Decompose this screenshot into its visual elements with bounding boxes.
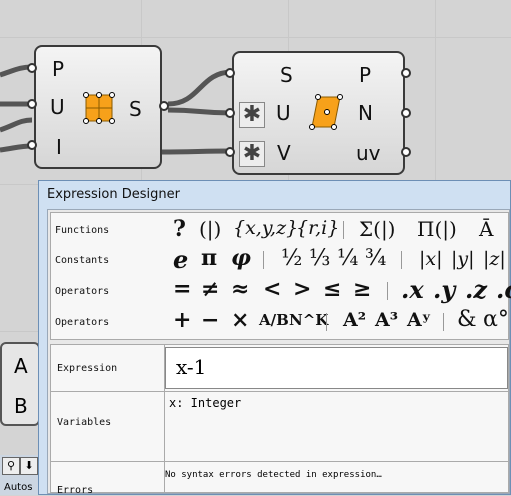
- complex-ri-symbol[interactable]: {r,i}: [296, 217, 339, 239]
- dot-x-operator[interactable]: .x: [401, 275, 424, 304]
- greater-equal-operator[interactable]: ≥: [353, 276, 371, 302]
- square-operator[interactable]: A²: [343, 309, 366, 331]
- output-grip[interactable]: [401, 147, 411, 157]
- evaluate-surface-component[interactable]: S ✱ U ✱ V P N uv: [232, 51, 405, 175]
- input-i-label: I: [56, 135, 62, 159]
- input-grip[interactable]: [225, 68, 235, 78]
- input-grip[interactable]: [27, 63, 37, 73]
- variables-value: x: Integer: [169, 396, 242, 410]
- surface-grid-icon: [83, 92, 115, 124]
- half-constant[interactable]: ½: [281, 246, 302, 271]
- bottom-toolbar: ⚲ ⬇ Autos: [0, 455, 40, 495]
- panel-line: A: [14, 354, 28, 378]
- input-grip[interactable]: [27, 140, 37, 150]
- paren-symbol[interactable]: (|): [199, 217, 221, 241]
- power-operator[interactable]: Aʸ: [407, 309, 431, 331]
- input-v-label: V: [277, 141, 291, 165]
- input-grip[interactable]: [27, 99, 37, 109]
- surface-point-icon: [309, 94, 343, 130]
- grid-row-divider: [51, 391, 508, 392]
- expression-value: x-1: [176, 355, 207, 379]
- dialog-title: Expression Designer: [47, 187, 180, 202]
- dialog-body: Functions Constants Operators Operators …: [47, 209, 511, 496]
- tool-icon[interactable]: ⚲: [2, 457, 20, 475]
- panel-line: B: [14, 394, 28, 418]
- row-label-constants: Constants: [55, 255, 110, 266]
- third-constant[interactable]: ⅓: [309, 246, 330, 271]
- cube-operator[interactable]: A³: [375, 309, 398, 331]
- separator: [387, 282, 388, 300]
- separator: [263, 251, 264, 269]
- sum-symbol[interactable]: Σ(|): [359, 217, 395, 241]
- expression-param-icon[interactable]: ✱: [239, 102, 265, 128]
- multiply-operator[interactable]: ×: [231, 307, 249, 333]
- input-grip[interactable]: [225, 108, 235, 118]
- grid-row-divider: [51, 461, 508, 462]
- row-label-operators: Operators: [55, 286, 110, 297]
- expression-input[interactable]: x-1: [165, 347, 508, 389]
- degrees-operator[interactable]: α°: [483, 307, 509, 332]
- abs-y-symbol[interactable]: |y|: [451, 248, 475, 270]
- expression-grid: Expression x-1 Variables x: Integer Erro…: [50, 344, 509, 496]
- less-than-operator[interactable]: <: [263, 276, 281, 302]
- greater-than-operator[interactable]: >: [293, 276, 311, 302]
- expression-param-icon[interactable]: ✱: [239, 141, 265, 167]
- dot-z-operator[interactable]: .z: [465, 275, 487, 304]
- input-p-label: P: [52, 57, 65, 81]
- expression-label: Expression: [57, 363, 118, 374]
- input-grip[interactable]: [225, 147, 235, 157]
- symbol-toolbox: Functions Constants Operators Operators …: [50, 212, 511, 340]
- separator: [343, 221, 344, 239]
- errors-value: No syntax errors detected in expression…: [165, 470, 382, 480]
- surface-component[interactable]: P U I S: [34, 45, 162, 169]
- panel-component[interactable]: A B: [0, 342, 40, 426]
- minus-operator[interactable]: −: [201, 307, 219, 333]
- output-grip[interactable]: [401, 68, 411, 78]
- binomial-operator[interactable]: N^K: [289, 311, 328, 329]
- output-uv-label: uv: [356, 141, 381, 165]
- errors-label: Errors: [57, 485, 94, 496]
- phi-constant[interactable]: φ: [231, 245, 251, 271]
- output-p-label: P: [359, 63, 372, 87]
- input-u-label: U: [276, 101, 291, 125]
- output-grip[interactable]: [401, 108, 411, 118]
- row-label-operators: Operators: [55, 317, 110, 328]
- separator: [401, 251, 402, 269]
- output-n-label: N: [358, 101, 373, 125]
- status-label: Autos: [4, 482, 33, 493]
- variables-label: Variables: [57, 417, 112, 428]
- product-symbol[interactable]: Π(|): [417, 217, 457, 241]
- plus-operator[interactable]: +: [173, 307, 191, 333]
- question-symbol[interactable]: ?: [173, 216, 186, 242]
- divide-operator[interactable]: A/B: [259, 311, 289, 329]
- e-constant[interactable]: e: [173, 245, 188, 274]
- less-equal-operator[interactable]: ≤: [323, 276, 341, 302]
- equals-operator[interactable]: =: [173, 276, 191, 302]
- concat-operator[interactable]: &: [457, 307, 477, 332]
- input-u-label: U: [50, 95, 65, 119]
- expression-designer-dialog: Expression Designer Functions Constants …: [38, 180, 511, 496]
- approx-operator[interactable]: ≈: [231, 276, 249, 302]
- download-icon[interactable]: ⬇: [20, 457, 38, 475]
- separator: [443, 313, 444, 331]
- output-grip[interactable]: [159, 101, 169, 111]
- output-s-label: S: [129, 97, 142, 121]
- mean-symbol[interactable]: Ā: [479, 217, 493, 241]
- vector-xyz-symbol[interactable]: {x,y,z}: [233, 217, 298, 239]
- quarter-constant[interactable]: ¼: [337, 246, 358, 271]
- dot-y-operator[interactable]: .y: [433, 275, 455, 304]
- not-equals-operator[interactable]: ≠: [201, 276, 219, 302]
- input-s-label: S: [280, 63, 293, 87]
- pi-constant[interactable]: π: [201, 245, 217, 271]
- three-quarter-constant[interactable]: ¾: [365, 246, 386, 271]
- row-label-functions: Functions: [55, 225, 110, 236]
- abs-x-symbol[interactable]: |x|: [419, 248, 443, 270]
- abs-z-symbol[interactable]: |z|: [483, 248, 506, 270]
- dot-c-operator[interactable]: .c: [496, 275, 511, 304]
- separator: [326, 313, 327, 331]
